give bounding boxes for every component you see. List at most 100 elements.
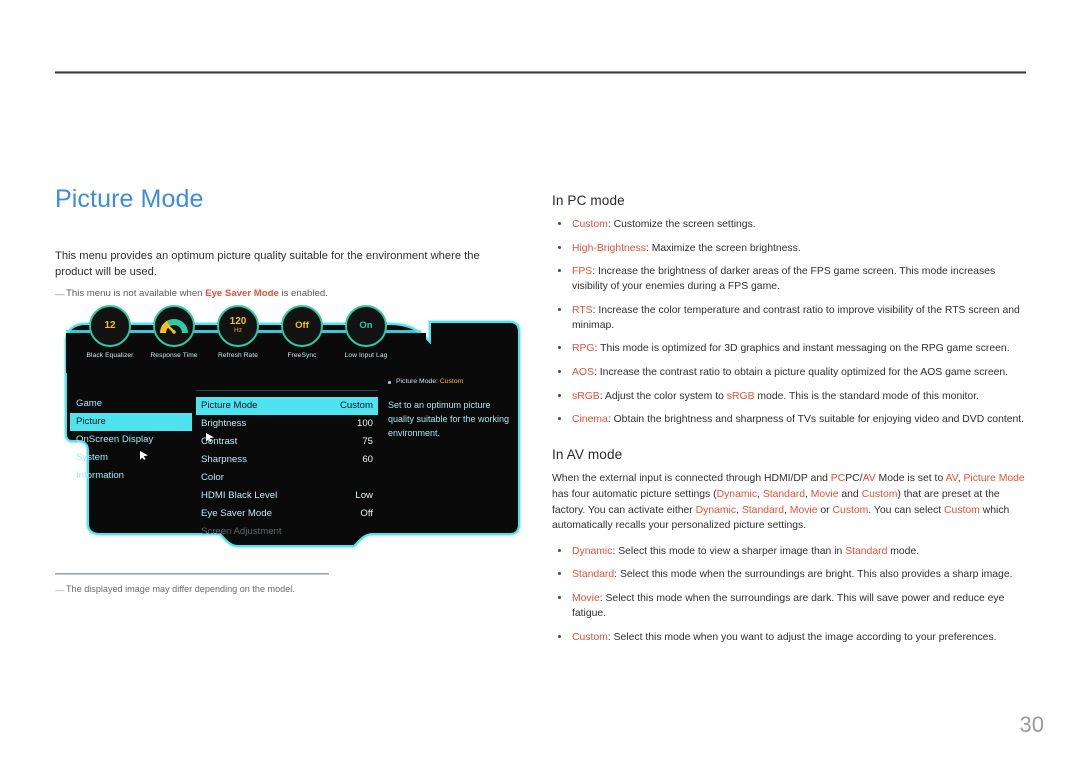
header-rule xyxy=(55,71,1026,74)
refresh-rate-knob-icon: 120 Hz xyxy=(217,305,259,347)
refresh-rate-label: Refresh Rate xyxy=(206,352,270,359)
inline-term: Standard xyxy=(763,489,805,500)
desc: : Select this mode when you want to adju… xyxy=(608,632,997,643)
list-item: Dynamic: Select this mode to view a shar… xyxy=(552,544,1029,559)
desc: : Obtain the brightness and sharpness of… xyxy=(608,414,1024,425)
osd-category-onscreen-display[interactable]: OnScreen Display xyxy=(70,431,192,449)
osd-setting-label: Contrast xyxy=(201,436,237,448)
osd-setting-value: Custom xyxy=(340,400,373,412)
osd-setting-label: Color xyxy=(201,472,224,484)
list-item: Movie: Select this mode when the surroun… xyxy=(552,591,1029,621)
freesync-label: FreeSync xyxy=(270,352,334,359)
term: Custom xyxy=(572,219,608,230)
osd-setting-label: HDMI Black Level xyxy=(201,490,277,502)
list-item: Custom: Select this mode when you want t… xyxy=(552,630,1029,645)
osd-settings-list: Picture Mode Custom Brightness 100 Contr… xyxy=(196,390,378,541)
intro-paragraph: This menu provides an optimum picture qu… xyxy=(55,248,520,282)
desc: : Select this mode when the surroundings… xyxy=(572,593,1004,619)
desc: : This mode is optimized for 3D graphics… xyxy=(595,343,1010,354)
bullet-icon xyxy=(558,394,561,397)
refresh-rate-unit: Hz xyxy=(234,328,242,335)
left-column: Picture Mode This menu provides an optim… xyxy=(55,186,520,301)
inline-term: Custom xyxy=(862,489,898,500)
osd-settings-divider xyxy=(196,390,378,391)
term: sRGB xyxy=(572,391,600,402)
inline-term: sRGB xyxy=(727,391,755,402)
inline-term: Dynamic xyxy=(717,489,757,500)
pc-mode-list: Custom: Customize the screen settings. H… xyxy=(552,217,1029,427)
osd-icon-response-time[interactable]: Response Time xyxy=(142,305,206,359)
page-title: Picture Mode xyxy=(55,186,520,214)
bullet-icon xyxy=(558,572,561,575)
osd-setting-value: Low xyxy=(355,490,373,502)
osd-setting-picture-mode[interactable]: Picture Mode Custom xyxy=(196,397,378,415)
osd-setting-sharpness[interactable]: Sharpness 60 xyxy=(196,451,378,469)
osd-setting-contrast[interactable]: Contrast 75 xyxy=(196,433,378,451)
term: Dynamic xyxy=(572,546,612,557)
list-item: AOS: Increase the contrast ratio to obta… xyxy=(552,365,1029,380)
desc: : Select this mode to view a sharper ima… xyxy=(612,546,919,557)
black-equalizer-value: 12 xyxy=(104,321,115,331)
footnote-text: The displayed image may differ depending… xyxy=(66,584,295,594)
inline-term: Picture Mode xyxy=(963,473,1024,484)
osd-help-description: Set to an optimum picture quality suitab… xyxy=(388,399,513,441)
inline-term: Standard xyxy=(845,546,887,557)
osd-category-picture[interactable]: Picture xyxy=(70,413,192,431)
bullet-icon xyxy=(558,346,561,349)
bullet-icon xyxy=(388,381,391,384)
list-item: sRGB: Adjust the color system to sRGB mo… xyxy=(552,389,1029,404)
osd-icon-freesync[interactable]: Off FreeSync xyxy=(270,305,334,359)
list-item: RTS: Increase the color temperature and … xyxy=(552,303,1029,333)
black-equalizer-knob-icon: 12 xyxy=(89,305,131,347)
low-input-lag-label: Low Input Lag xyxy=(334,352,398,359)
osd-category-game[interactable]: Game xyxy=(70,395,192,413)
osd-setting-value: 75 xyxy=(362,436,373,448)
desc: : Customize the screen settings. xyxy=(608,219,756,230)
note-highlight: Eye Saver Mode xyxy=(205,288,279,299)
inline-term: AV xyxy=(863,473,876,484)
osd-icon-low-input-lag[interactable]: On Low Input Lag xyxy=(334,305,398,359)
list-item: FPS: Increase the brightness of darker a… xyxy=(552,264,1029,294)
osd-setting-hdmi-black-level[interactable]: HDMI Black Level Low xyxy=(196,487,378,505)
bullet-icon xyxy=(558,246,561,249)
footnote-rule xyxy=(55,573,329,575)
osd-setting-color[interactable]: Color xyxy=(196,469,378,487)
low-input-lag-knob-icon: On xyxy=(345,305,387,347)
inline-term: Custom xyxy=(833,505,869,516)
osd-content: 12 Black Equalizer Response Time 120 Hz … xyxy=(58,300,523,558)
bullet-icon xyxy=(558,370,561,373)
inline-term: Dynamic xyxy=(696,505,736,516)
bullet-icon xyxy=(558,635,561,638)
freesync-knob-icon: Off xyxy=(281,305,323,347)
desc: : Adjust the color system to sRGB mode. … xyxy=(600,391,979,402)
desc: : Maximize the screen brightness. xyxy=(646,243,801,254)
term: Custom xyxy=(572,632,608,643)
note-prefix: This menu is not available when xyxy=(66,288,205,299)
osd-setting-brightness[interactable]: Brightness 100 xyxy=(196,415,378,433)
osd-setting-screen-adjustment: Screen Adjustment xyxy=(196,523,378,541)
image-disclaimer-note: — The displayed image may differ dependin… xyxy=(55,583,466,596)
bullet-icon xyxy=(558,417,561,420)
osd-icon-refresh-rate[interactable]: 120 Hz Refresh Rate xyxy=(206,305,270,359)
right-column: In PC mode Custom: Customize the screen … xyxy=(552,193,1029,653)
osd-category-system[interactable]: System xyxy=(70,449,192,467)
osd-setting-label: Eye Saver Mode xyxy=(201,508,272,520)
term: Movie xyxy=(572,593,600,604)
osd-help-current: Picture Mode: Custom xyxy=(388,378,513,385)
osd-setting-value: 60 xyxy=(362,454,373,466)
list-item: Custom: Customize the screen settings. xyxy=(552,217,1029,232)
footnote-dash: — xyxy=(55,584,64,597)
list-item: RPG: This mode is optimized for 3D graph… xyxy=(552,341,1029,356)
desc: : Increase the brightness of darker area… xyxy=(572,266,995,292)
osd-setting-value: 100 xyxy=(357,418,373,430)
osd-help-label: Picture Mode: xyxy=(396,378,438,385)
availability-note: — This menu is not available when Eye Sav… xyxy=(55,287,520,300)
osd-setting-eye-saver-mode[interactable]: Eye Saver Mode Off xyxy=(196,505,378,523)
osd-setting-value: Off xyxy=(360,508,373,520)
osd-icon-black-equalizer[interactable]: 12 Black Equalizer xyxy=(78,305,142,359)
osd-category-information[interactable]: Information xyxy=(70,467,192,485)
desc: : Increase the color temperature and con… xyxy=(572,305,1020,331)
black-equalizer-label: Black Equalizer xyxy=(78,352,142,359)
term: Standard xyxy=(572,569,614,580)
inline-term: AV xyxy=(946,473,958,484)
